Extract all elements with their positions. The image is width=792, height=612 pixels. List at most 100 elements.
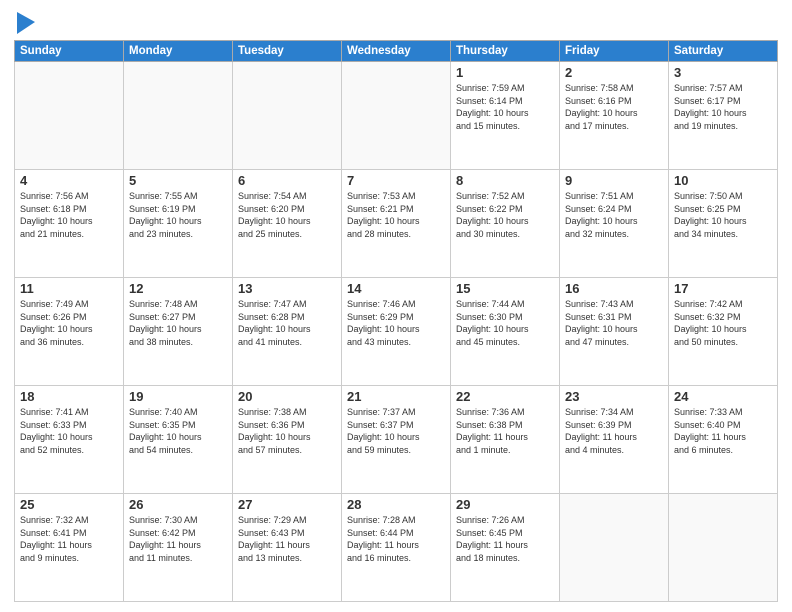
day-number: 20	[238, 389, 336, 404]
logo	[14, 14, 35, 34]
day-number: 4	[20, 173, 118, 188]
weekday-header-row: SundayMondayTuesdayWednesdayThursdayFrid…	[15, 41, 778, 62]
day-number: 1	[456, 65, 554, 80]
calendar-cell: 4 Sunrise: 7:56 AM Sunset: 6:18 PM Daylig…	[15, 170, 124, 278]
calendar-cell: 27 Sunrise: 7:29 AM Sunset: 6:43 PM Dayli…	[233, 494, 342, 602]
calendar-cell: 12 Sunrise: 7:48 AM Sunset: 6:27 PM Dayli…	[124, 278, 233, 386]
weekday-header-wednesday: Wednesday	[342, 41, 451, 62]
day-info: Sunrise: 7:33 AM Sunset: 6:40 PM Dayligh…	[674, 406, 772, 456]
day-number: 25	[20, 497, 118, 512]
day-number: 9	[565, 173, 663, 188]
day-number: 2	[565, 65, 663, 80]
logo-icon	[17, 12, 35, 34]
day-number: 21	[347, 389, 445, 404]
day-number: 16	[565, 281, 663, 296]
day-info: Sunrise: 7:49 AM Sunset: 6:26 PM Dayligh…	[20, 298, 118, 348]
day-info: Sunrise: 7:57 AM Sunset: 6:17 PM Dayligh…	[674, 82, 772, 132]
calendar-cell: 18 Sunrise: 7:41 AM Sunset: 6:33 PM Dayli…	[15, 386, 124, 494]
weekday-header-monday: Monday	[124, 41, 233, 62]
day-number: 12	[129, 281, 227, 296]
day-info: Sunrise: 7:55 AM Sunset: 6:19 PM Dayligh…	[129, 190, 227, 240]
header	[14, 10, 778, 34]
calendar-cell: 25 Sunrise: 7:32 AM Sunset: 6:41 PM Dayli…	[15, 494, 124, 602]
calendar-cell: 19 Sunrise: 7:40 AM Sunset: 6:35 PM Dayli…	[124, 386, 233, 494]
calendar-cell: 11 Sunrise: 7:49 AM Sunset: 6:26 PM Dayli…	[15, 278, 124, 386]
day-info: Sunrise: 7:37 AM Sunset: 6:37 PM Dayligh…	[347, 406, 445, 456]
day-number: 7	[347, 173, 445, 188]
day-info: Sunrise: 7:41 AM Sunset: 6:33 PM Dayligh…	[20, 406, 118, 456]
day-number: 19	[129, 389, 227, 404]
week-row-4: 25 Sunrise: 7:32 AM Sunset: 6:41 PM Dayli…	[15, 494, 778, 602]
day-info: Sunrise: 7:32 AM Sunset: 6:41 PM Dayligh…	[20, 514, 118, 564]
day-number: 8	[456, 173, 554, 188]
day-info: Sunrise: 7:38 AM Sunset: 6:36 PM Dayligh…	[238, 406, 336, 456]
calendar-cell: 24 Sunrise: 7:33 AM Sunset: 6:40 PM Dayli…	[669, 386, 778, 494]
day-info: Sunrise: 7:56 AM Sunset: 6:18 PM Dayligh…	[20, 190, 118, 240]
day-number: 11	[20, 281, 118, 296]
week-row-1: 4 Sunrise: 7:56 AM Sunset: 6:18 PM Daylig…	[15, 170, 778, 278]
day-number: 6	[238, 173, 336, 188]
weekday-header-friday: Friday	[560, 41, 669, 62]
day-info: Sunrise: 7:46 AM Sunset: 6:29 PM Dayligh…	[347, 298, 445, 348]
calendar-cell: 26 Sunrise: 7:30 AM Sunset: 6:42 PM Dayli…	[124, 494, 233, 602]
calendar-cell: 21 Sunrise: 7:37 AM Sunset: 6:37 PM Dayli…	[342, 386, 451, 494]
calendar-cell: 23 Sunrise: 7:34 AM Sunset: 6:39 PM Dayli…	[560, 386, 669, 494]
day-number: 13	[238, 281, 336, 296]
calendar-cell	[15, 62, 124, 170]
day-number: 26	[129, 497, 227, 512]
calendar-cell	[233, 62, 342, 170]
day-number: 17	[674, 281, 772, 296]
day-info: Sunrise: 7:50 AM Sunset: 6:25 PM Dayligh…	[674, 190, 772, 240]
calendar-cell: 20 Sunrise: 7:38 AM Sunset: 6:36 PM Dayli…	[233, 386, 342, 494]
calendar-cell: 5Sunrise: 7:55 AM Sunset: 6:19 PM Daylig…	[124, 170, 233, 278]
calendar-cell: 29 Sunrise: 7:26 AM Sunset: 6:45 PM Dayli…	[451, 494, 560, 602]
day-info: Sunrise: 7:26 AM Sunset: 6:45 PM Dayligh…	[456, 514, 554, 564]
day-number: 22	[456, 389, 554, 404]
calendar-table: SundayMondayTuesdayWednesdayThursdayFrid…	[14, 40, 778, 602]
day-number: 15	[456, 281, 554, 296]
day-info: Sunrise: 7:34 AM Sunset: 6:39 PM Dayligh…	[565, 406, 663, 456]
day-info: Sunrise: 7:30 AM Sunset: 6:42 PM Dayligh…	[129, 514, 227, 564]
calendar-cell: 8Sunrise: 7:52 AM Sunset: 6:22 PM Daylig…	[451, 170, 560, 278]
day-number: 24	[674, 389, 772, 404]
calendar-cell: 7 Sunrise: 7:53 AM Sunset: 6:21 PM Daylig…	[342, 170, 451, 278]
week-row-3: 18 Sunrise: 7:41 AM Sunset: 6:33 PM Dayli…	[15, 386, 778, 494]
calendar-cell: 17 Sunrise: 7:42 AM Sunset: 6:32 PM Dayli…	[669, 278, 778, 386]
day-number: 27	[238, 497, 336, 512]
day-info: Sunrise: 7:29 AM Sunset: 6:43 PM Dayligh…	[238, 514, 336, 564]
weekday-header-sunday: Sunday	[15, 41, 124, 62]
calendar-cell: 15 Sunrise: 7:44 AM Sunset: 6:30 PM Dayli…	[451, 278, 560, 386]
day-info: Sunrise: 7:40 AM Sunset: 6:35 PM Dayligh…	[129, 406, 227, 456]
day-number: 23	[565, 389, 663, 404]
calendar-cell: 13 Sunrise: 7:47 AM Sunset: 6:28 PM Dayli…	[233, 278, 342, 386]
day-number: 18	[20, 389, 118, 404]
calendar-cell: 14 Sunrise: 7:46 AM Sunset: 6:29 PM Dayli…	[342, 278, 451, 386]
calendar-cell: 22Sunrise: 7:36 AM Sunset: 6:38 PM Dayli…	[451, 386, 560, 494]
calendar-cell: 9 Sunrise: 7:51 AM Sunset: 6:24 PM Daylig…	[560, 170, 669, 278]
day-info: Sunrise: 7:59 AM Sunset: 6:14 PM Dayligh…	[456, 82, 554, 132]
day-info: Sunrise: 7:51 AM Sunset: 6:24 PM Dayligh…	[565, 190, 663, 240]
calendar-cell: 16Sunrise: 7:43 AM Sunset: 6:31 PM Dayli…	[560, 278, 669, 386]
day-info: Sunrise: 7:48 AM Sunset: 6:27 PM Dayligh…	[129, 298, 227, 348]
day-number: 3	[674, 65, 772, 80]
week-row-2: 11 Sunrise: 7:49 AM Sunset: 6:26 PM Dayli…	[15, 278, 778, 386]
calendar-cell: 1 Sunrise: 7:59 AM Sunset: 6:14 PM Daylig…	[451, 62, 560, 170]
day-info: Sunrise: 7:44 AM Sunset: 6:30 PM Dayligh…	[456, 298, 554, 348]
day-number: 29	[456, 497, 554, 512]
day-number: 28	[347, 497, 445, 512]
calendar-cell	[342, 62, 451, 170]
day-number: 14	[347, 281, 445, 296]
weekday-header-thursday: Thursday	[451, 41, 560, 62]
day-info: Sunrise: 7:42 AM Sunset: 6:32 PM Dayligh…	[674, 298, 772, 348]
calendar-cell	[560, 494, 669, 602]
day-info: Sunrise: 7:28 AM Sunset: 6:44 PM Dayligh…	[347, 514, 445, 564]
calendar-cell: 3 Sunrise: 7:57 AM Sunset: 6:17 PM Daylig…	[669, 62, 778, 170]
day-info: Sunrise: 7:53 AM Sunset: 6:21 PM Dayligh…	[347, 190, 445, 240]
calendar-cell: 28 Sunrise: 7:28 AM Sunset: 6:44 PM Dayli…	[342, 494, 451, 602]
day-info: Sunrise: 7:58 AM Sunset: 6:16 PM Dayligh…	[565, 82, 663, 132]
calendar-cell: 6 Sunrise: 7:54 AM Sunset: 6:20 PM Daylig…	[233, 170, 342, 278]
day-number: 10	[674, 173, 772, 188]
calendar-cell: 2 Sunrise: 7:58 AM Sunset: 6:16 PM Daylig…	[560, 62, 669, 170]
day-info: Sunrise: 7:54 AM Sunset: 6:20 PM Dayligh…	[238, 190, 336, 240]
day-info: Sunrise: 7:47 AM Sunset: 6:28 PM Dayligh…	[238, 298, 336, 348]
